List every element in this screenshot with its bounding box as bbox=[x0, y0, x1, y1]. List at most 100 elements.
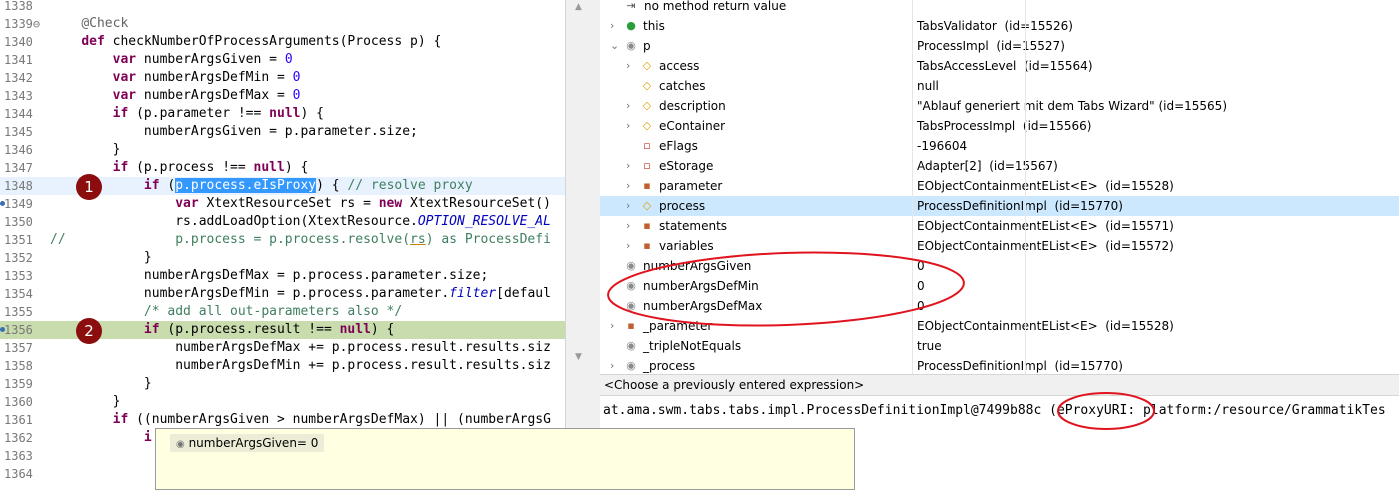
code-text[interactable]: numberArgsDefMin = p.process.parameter.f… bbox=[50, 285, 551, 303]
expand-chevron-icon[interactable]: › bbox=[610, 316, 614, 336]
variable-row[interactable]: ▫ eFlags -196604 bbox=[600, 136, 1399, 156]
code-line[interactable]: 1352 } bbox=[0, 249, 565, 267]
variable-value: EObjectContainmentEList<E> (id=15528) bbox=[917, 179, 1174, 193]
code-line[interactable]: 1354 numberArgsDefMin = p.process.parame… bbox=[0, 285, 565, 303]
code-text[interactable]: var XtextResourceSet rs = new XtextResou… bbox=[50, 195, 551, 213]
variable-row[interactable]: › ▪ variables EObjectContainmentEList<E> (i… bbox=[600, 236, 1399, 256]
code-line[interactable]: 1350 rs.addLoadOption(XtextResource.OPTI… bbox=[0, 213, 565, 231]
expand-chevron-icon[interactable]: › bbox=[610, 16, 614, 36]
variable-icon: ◉ bbox=[626, 259, 636, 272]
code-text[interactable]: var numberArgsDefMax = 0 bbox=[50, 87, 301, 105]
line-number: 1358 bbox=[4, 359, 33, 373]
line-number: 1351 bbox=[4, 233, 33, 247]
code-line[interactable]: 1338 bbox=[0, 0, 565, 15]
code-line[interactable]: 1343 var numberArgsDefMax = 0 bbox=[0, 87, 565, 105]
variable-name: variables bbox=[659, 239, 714, 253]
code-text[interactable]: def checkNumberOfProcessArguments(Proces… bbox=[50, 33, 441, 51]
code-text[interactable]: /* add all out-parameters also */ bbox=[50, 303, 402, 321]
code-text[interactable]: if ((numberArgsGiven > numberArgsDefMax)… bbox=[50, 411, 551, 429]
expand-chevron-icon[interactable]: › bbox=[626, 56, 630, 76]
expression-combo[interactable]: <Choose a previously entered expression> bbox=[600, 374, 1399, 396]
variable-row[interactable]: ◇ catches null bbox=[600, 76, 1399, 96]
code-line[interactable]: 1359 } bbox=[0, 375, 565, 393]
code-line[interactable]: 1342 var numberArgsDefMin = 0 bbox=[0, 69, 565, 87]
variable-row[interactable]: ◉ _tripleNotEquals true bbox=[600, 336, 1399, 356]
variable-row[interactable]: › ◇ access TabsAccessLevel (id=15564) bbox=[600, 56, 1399, 76]
return-value-row[interactable]: ⇥ no method return value bbox=[600, 0, 1399, 16]
line-number: 1346 bbox=[4, 143, 33, 157]
code-line[interactable]: 1344 if (p.parameter !== null) { bbox=[0, 105, 565, 123]
code-line[interactable]: 1340 def checkNumberOfProcessArguments(P… bbox=[0, 33, 565, 51]
expand-chevron-icon[interactable]: › bbox=[626, 216, 630, 236]
variable-row[interactable]: › ◉ _process ProcessDefinitionImpl (id=1577… bbox=[600, 356, 1399, 374]
private-field-icon: ▫ bbox=[643, 159, 651, 172]
code-line[interactable]: 1351 // p.process = p.process.resolve(rs)… bbox=[0, 231, 565, 249]
code-text[interactable]: numberArgsDefMin += p.process.result.res… bbox=[50, 357, 551, 375]
line-number: 1359 bbox=[4, 377, 33, 391]
expand-chevron-icon[interactable]: › bbox=[626, 196, 630, 216]
field-icon: ▪ bbox=[643, 179, 651, 192]
variable-row[interactable]: › ▫ eStorage Adapter[2] (id=15567) bbox=[600, 156, 1399, 176]
variable-row[interactable]: ◉ numberArgsGiven 0 bbox=[600, 256, 1399, 276]
code-text[interactable]: @Check bbox=[50, 15, 128, 33]
variable-row[interactable]: › ● this TabsValidator (id=15526) bbox=[600, 16, 1399, 36]
expand-chevron-icon[interactable]: › bbox=[626, 176, 630, 196]
code-line[interactable]: 1341 var numberArgsGiven = 0 bbox=[0, 51, 565, 69]
collapse-chevron-icon[interactable]: ⌄ bbox=[610, 36, 619, 56]
line-number: 1355 bbox=[4, 305, 33, 319]
variable-value: 0 bbox=[917, 299, 925, 313]
return-value-label: no method return value bbox=[644, 0, 787, 13]
code-line[interactable]: 1339⊖ @Check bbox=[0, 15, 565, 33]
code-text[interactable]: if (p.process.eIsProxy) { // resolve pro… bbox=[50, 177, 473, 195]
breakpoint-marker-icon[interactable] bbox=[0, 327, 5, 332]
code-text[interactable]: numberArgsDefMax = p.process.parameter.s… bbox=[50, 267, 488, 285]
code-text[interactable]: i bbox=[50, 429, 152, 447]
variables-view[interactable]: ⇥ no method return value › ● this TabsValid… bbox=[600, 0, 1399, 374]
line-number: 1349 bbox=[4, 197, 33, 211]
variable-row[interactable]: › ▪ parameter EObjectContainmentEList<E> (i… bbox=[600, 176, 1399, 196]
code-text[interactable]: rs.addLoadOption(XtextResource.OPTION_RE… bbox=[50, 213, 551, 231]
code-text[interactable]: } bbox=[50, 393, 121, 411]
expand-chevron-icon[interactable]: › bbox=[626, 116, 630, 136]
expand-chevron-icon[interactable]: › bbox=[610, 356, 614, 374]
code-text[interactable]: var numberArgsGiven = 0 bbox=[50, 51, 293, 69]
variable-row[interactable]: › ▪ _parameter EObjectContainmentEList<E> (… bbox=[600, 316, 1399, 336]
variable-row[interactable]: › ◇ process ProcessDefinitionImpl (id=15770… bbox=[600, 196, 1399, 216]
protected-field-icon: ◇ bbox=[642, 59, 652, 72]
expand-chevron-icon[interactable]: › bbox=[626, 236, 630, 256]
code-text[interactable]: } bbox=[50, 375, 152, 393]
variable-row[interactable]: › ◇ description "Ablauf generiert mit dem T… bbox=[600, 96, 1399, 116]
variable-value: TabsValidator (id=15526) bbox=[917, 19, 1073, 33]
code-text[interactable]: } bbox=[50, 141, 121, 159]
expand-chevron-icon[interactable]: › bbox=[626, 96, 630, 116]
code-line[interactable]: 1358 numberArgsDefMin += p.process.resul… bbox=[0, 357, 565, 375]
code-text[interactable]: if (p.parameter !== null) { bbox=[50, 105, 324, 123]
line-number: 1343 bbox=[4, 89, 33, 103]
code-line[interactable]: 1360 } bbox=[0, 393, 565, 411]
expand-chevron-icon[interactable]: › bbox=[626, 156, 630, 176]
code-line[interactable]: 1361 if ((numberArgsGiven > numberArgsDe… bbox=[0, 411, 565, 429]
code-line[interactable]: 1345 numberArgsGiven = p.parameter.size; bbox=[0, 123, 565, 141]
variable-row[interactable]: ◉ numberArgsDefMax 0 bbox=[600, 296, 1399, 316]
column-separator[interactable] bbox=[1025, 0, 1026, 374]
variable-row[interactable]: › ◇ eContainer TabsProcessImpl (id=15566) bbox=[600, 116, 1399, 136]
code-line[interactable]: 1346 } bbox=[0, 141, 565, 159]
protected-field-icon: ◇ bbox=[642, 79, 652, 92]
code-text[interactable]: numberArgsDefMax += p.process.result.res… bbox=[50, 339, 551, 357]
code-text[interactable]: // p.process = p.process.resolve(rs) as … bbox=[50, 231, 551, 249]
code-text[interactable]: numberArgsGiven = p.parameter.size; bbox=[50, 123, 418, 141]
variable-row[interactable]: › ▪ statements EObjectContainmentEList<E> (… bbox=[600, 216, 1399, 236]
code-line[interactable]: 1353 numberArgsDefMax = p.process.parame… bbox=[0, 267, 565, 285]
scroll-down-icon[interactable]: ▼ bbox=[575, 352, 582, 362]
pane-divider[interactable]: ▲ ▼ bbox=[565, 0, 601, 490]
variable-name: parameter bbox=[659, 179, 723, 193]
variable-row[interactable]: ⌄ ◉ p ProcessImpl (id=15527) bbox=[600, 36, 1399, 56]
code-text[interactable]: } bbox=[50, 249, 152, 267]
variable-row[interactable]: ◉ numberArgsDefMin 0 bbox=[600, 276, 1399, 296]
code-text[interactable]: var numberArgsDefMin = 0 bbox=[50, 69, 301, 87]
breakpoint-marker-icon[interactable] bbox=[0, 201, 5, 206]
code-editor[interactable]: 1338 1339⊖ @Check 1340 def checkNumberOfPr… bbox=[0, 0, 565, 490]
column-separator[interactable] bbox=[912, 0, 913, 374]
scroll-up-icon[interactable]: ▲ bbox=[575, 2, 582, 12]
protected-field-icon: ◇ bbox=[642, 119, 652, 132]
